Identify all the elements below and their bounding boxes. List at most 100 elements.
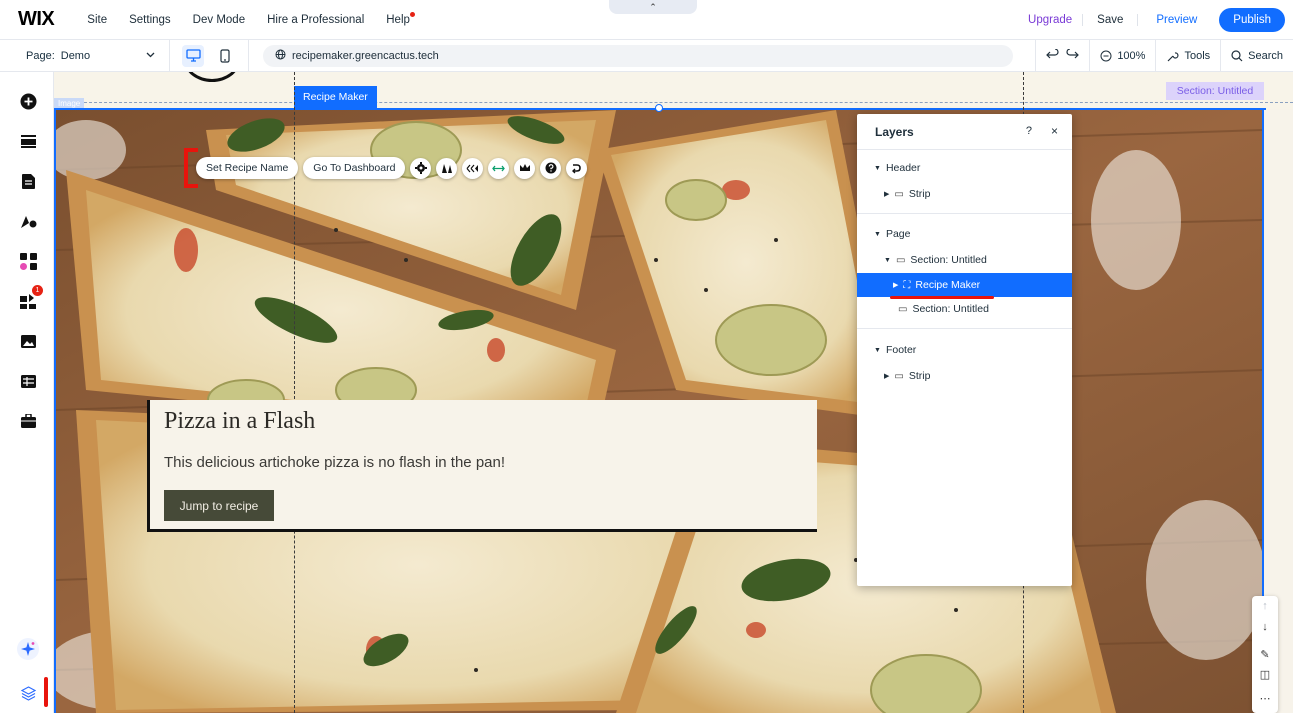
save-button[interactable]: Save [1083,14,1139,26]
collapse-arrow-icon[interactable]: ▶ [884,372,889,380]
recipe-description[interactable]: This delicious artichoke pizza is no fla… [164,454,505,471]
zoom-control[interactable]: 100% [1089,40,1155,72]
move-down-icon[interactable]: ↓ [1252,621,1278,633]
layer-label: Footer [885,344,917,356]
recipe-card[interactable]: Pizza in a Flash This delicious artichok… [147,400,817,532]
desktop-view-button[interactable] [182,44,204,67]
mobile-icon [220,48,230,63]
layers-divider [857,213,1072,214]
top-menu: Site Settings Dev Mode Hire a Profession… [76,11,421,26]
media-icon[interactable] [19,332,37,350]
settings-gear-icon[interactable] [410,157,432,179]
edit-pencil-icon[interactable]: ✎ [1252,648,1278,661]
layout-icon[interactable]: ◫ [1252,668,1278,681]
move-up-icon[interactable]: ↑ [1252,600,1278,612]
menu-site[interactable]: Site [76,14,118,26]
upgrade-crown-icon[interactable] [514,157,536,179]
widget-icon: ⛶ [903,279,911,291]
layer-page[interactable]: ▼ Page [857,222,1072,246]
layer-label: Strip [908,188,931,200]
layers-close-button[interactable]: × [1051,124,1058,138]
sections-icon[interactable] [19,132,37,150]
section-icon: ▭ [898,303,908,315]
device-switcher [170,39,249,72]
animation-icon[interactable] [462,157,484,179]
expand-arrow-icon[interactable]: ▼ [884,257,891,264]
site-logo-circle[interactable] [184,72,240,82]
layer-section-untitled[interactable]: ▼ ▭ Section: Untitled [857,248,1072,272]
undo-redo-group [1035,40,1089,72]
menu-help[interactable]: Help [375,11,421,26]
wix-logo[interactable]: WIX [18,8,55,31]
section-tag[interactable]: Section: Untitled [1166,82,1264,100]
page-selector[interactable]: Page: Demo [0,39,170,72]
help-icon[interactable] [540,157,562,179]
desktop-icon [185,49,201,62]
notification-dot [409,11,415,17]
layer-label: Strip [908,370,931,382]
page-value: Demo [60,49,91,62]
design-icon[interactable] [19,212,37,230]
site-url-bar[interactable]: recipemaker.greencactus.tech [263,44,1013,67]
layer-header[interactable]: ▼ Header [857,156,1072,180]
menu-settings[interactable]: Settings [118,14,182,26]
tools-button[interactable]: Tools [1155,40,1220,72]
pages-icon[interactable] [19,172,37,190]
layers-help-button[interactable]: ? [1026,125,1032,137]
jump-to-recipe-button[interactable]: Jump to recipe [164,490,274,521]
layer-section-untitled-2[interactable]: ▭ Section: Untitled [857,297,1072,321]
search-button[interactable]: Search [1220,40,1293,72]
stretch-icon[interactable] [488,157,510,179]
collapse-arrow-icon[interactable]: ▶ [884,190,889,198]
set-recipe-name-button[interactable]: Set Recipe Name [196,157,299,179]
top-bar: WIX Site Settings Dev Mode Hire a Profes… [0,0,1293,40]
upgrade-link[interactable]: Upgrade [1018,14,1084,26]
layer-label: Recipe Maker [915,279,981,291]
layer-footer[interactable]: ▼ Footer [857,338,1072,362]
selection-left-border [54,108,56,713]
go-to-dashboard-button[interactable]: Go To Dashboard [303,157,406,179]
more-actions-icon[interactable]: ⋯ [1252,692,1278,705]
add-icon[interactable] [19,92,37,110]
redo-icon[interactable] [1065,47,1080,64]
undo-icon[interactable] [1046,47,1060,64]
editor-subbar: Page: Demo recipemaker.greencactus.tech [0,39,1293,72]
layers-divider [857,328,1072,329]
apps-icon[interactable] [19,252,37,270]
cms-icon[interactable] [19,372,37,390]
search-label: Search [1248,50,1283,62]
connect-icon[interactable] [566,157,588,179]
collapse-toolbar-button[interactable]: ⌃ [609,0,697,14]
publish-button[interactable]: Publish [1219,8,1285,32]
recipe-maker-tag[interactable]: Recipe Maker [294,86,377,108]
expand-arrow-icon[interactable]: ▼ [874,347,881,354]
preview-button[interactable]: Preview [1138,14,1215,26]
layer-recipe-maker[interactable]: ▶ ⛶ Recipe Maker [857,273,1072,297]
expand-arrow-icon[interactable]: ▼ [874,231,881,238]
layer-footer-strip[interactable]: ▶ ▭ Strip [857,364,1072,388]
annotation-red-mark [44,677,48,707]
mobile-view-button[interactable] [214,45,236,67]
resize-handle[interactable] [655,104,663,112]
section-icon: ▭ [895,254,906,266]
menu-help-label: Help [386,13,410,26]
portfolio-icon[interactable] [19,412,37,430]
ai-assistant-icon[interactable] [17,638,39,660]
recipe-title[interactable]: Pizza in a Flash [164,408,315,435]
expand-arrow-icon[interactable]: ▼ [874,165,881,172]
menu-hire-professional[interactable]: Hire a Professional [256,14,375,26]
site-header-strip[interactable] [54,72,1293,109]
globe-icon [275,49,286,63]
chevron-down-icon [146,50,155,61]
layers-panel: Layers ? × ▼ Header ▶ ▭ Strip ▼ Page ▼ ▭… [857,114,1072,586]
page-label: Page: [26,49,55,62]
menu-dev-mode[interactable]: Dev Mode [182,14,256,26]
collapse-arrow-icon[interactable]: ▶ [893,281,898,289]
business-apps-icon[interactable]: 1 [19,285,43,310]
design-palette-icon[interactable] [436,157,458,179]
top-right-actions: Upgrade Save Preview Publish [1018,0,1285,40]
layer-header-strip[interactable]: ▶ ▭ Strip [857,182,1072,206]
strip-icon: ▭ [894,370,904,382]
search-icon [1231,50,1243,62]
layers-icon[interactable] [19,684,37,702]
